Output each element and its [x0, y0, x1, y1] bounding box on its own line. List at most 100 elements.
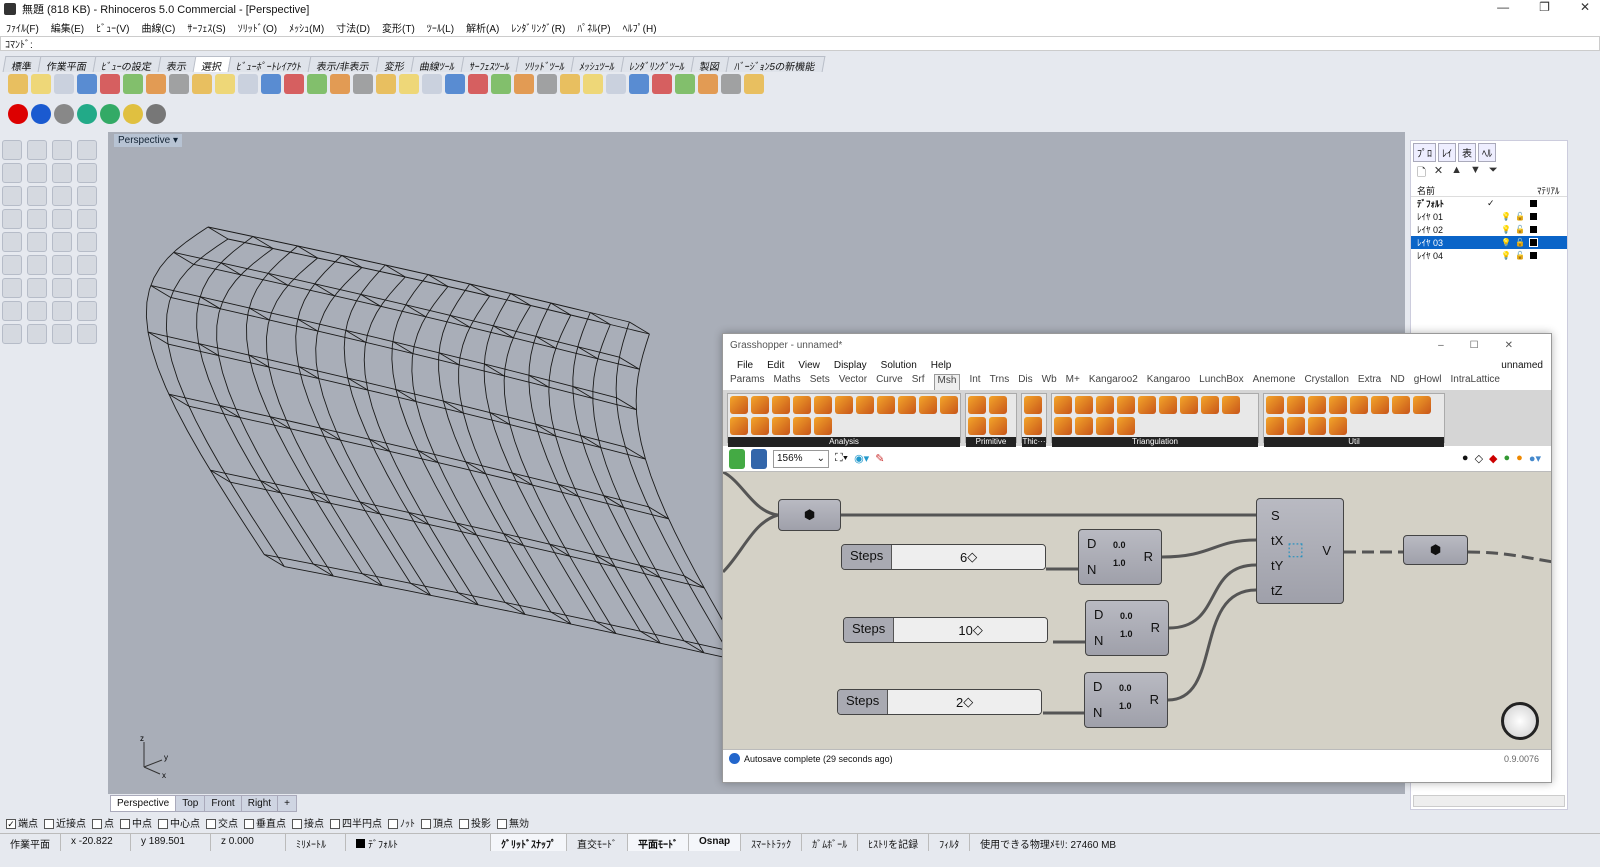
zoom-select[interactable]: 156% ⌄	[773, 449, 829, 468]
delete-layer-icon[interactable]: ✕	[1434, 164, 1443, 180]
add-viewport-button[interactable]: +	[277, 795, 297, 812]
lock-icon[interactable]: 🔓	[1515, 212, 1525, 221]
component-icon[interactable]	[1180, 396, 1198, 414]
layer-row[interactable]: ﾃﾞﾌｫﾙﾄ ✓	[1411, 197, 1567, 210]
component-icon[interactable]	[835, 396, 853, 414]
tool-button-icon[interactable]	[2, 163, 22, 183]
render-tool-icon[interactable]	[123, 104, 143, 124]
component-icon[interactable]	[898, 396, 916, 414]
bulb-icon[interactable]: 💡	[1501, 251, 1515, 260]
component-icon[interactable]	[751, 417, 769, 435]
panel-tab[interactable]: ﾌﾟﾛ	[1413, 143, 1436, 162]
cplane-status[interactable]: 作業平面	[0, 834, 61, 851]
viewport-label[interactable]: Perspective ▾	[114, 134, 183, 147]
tool-button-icon[interactable]	[77, 255, 97, 275]
selected-preview-icon[interactable]: ●	[1504, 452, 1511, 465]
toolbar-button-icon[interactable]	[583, 74, 603, 94]
component-icon[interactable]	[1117, 417, 1135, 435]
toolbar-button-icon[interactable]	[468, 74, 488, 94]
slider-value[interactable]: 6	[960, 550, 967, 565]
menu-item[interactable]: ｿﾘｯﾄﾞ(O)	[238, 20, 277, 35]
component-icon[interactable]	[1329, 417, 1347, 435]
toolbar-button-icon[interactable]	[215, 74, 235, 94]
smarttrack-toggle[interactable]: ｽﾏｰﾄﾄﾗｯｸ	[741, 834, 803, 851]
component-icon[interactable]	[1201, 396, 1219, 414]
layer-row[interactable]: ﾚｲﾔ 03 💡 🔓	[1411, 236, 1567, 249]
toolbar-tab[interactable]: ﾚﾝﾀﾞﾘﾝｸﾞﾂｰﾙ	[620, 56, 695, 73]
sketch-icon[interactable]: ✎	[875, 452, 884, 465]
component-icon[interactable]	[1371, 396, 1389, 414]
toolbar-button-icon[interactable]	[54, 74, 74, 94]
filter-toggle[interactable]: ﾌｨﾙﾀ	[929, 834, 971, 851]
toolbar-tab[interactable]: ｿﾘｯﾄﾞﾂｰﾙ	[515, 56, 575, 73]
checkbox-box[interactable]	[206, 819, 216, 830]
gh-tab[interactable]: Srf	[912, 374, 925, 390]
toolbar-button-icon[interactable]	[307, 74, 327, 94]
render-tool-icon[interactable]	[8, 104, 28, 124]
tab-top[interactable]: Top	[175, 795, 206, 812]
gh-menu-item[interactable]: Display	[834, 360, 867, 371]
gh-tab[interactable]: Msh	[933, 374, 961, 390]
toolbar-button-icon[interactable]	[606, 74, 626, 94]
canvas-widget-icon[interactable]	[1501, 702, 1539, 740]
toolbar-button-icon[interactable]	[353, 74, 373, 94]
tool-button-icon[interactable]	[52, 209, 72, 229]
toolbar-tab[interactable]: ﾊﾞｰｼﾞｮﾝ5の新機能	[725, 56, 825, 73]
toolbar-button-icon[interactable]	[146, 74, 166, 94]
osnap-toggle[interactable]: Osnap	[689, 834, 742, 851]
tool-button-icon[interactable]	[27, 209, 47, 229]
component-icon[interactable]	[772, 396, 790, 414]
toolbar-button-icon[interactable]	[123, 74, 143, 94]
toolbar-button-icon[interactable]	[675, 74, 695, 94]
component-icon[interactable]	[1096, 396, 1114, 414]
component-icon[interactable]	[1222, 396, 1240, 414]
component-icon[interactable]	[1138, 396, 1156, 414]
component-icon[interactable]	[856, 396, 874, 414]
shaded-preview-icon[interactable]: ◆	[1489, 452, 1497, 465]
menu-item[interactable]: 寸法(D)	[336, 20, 370, 35]
gh-tab[interactable]: Anemone	[1253, 374, 1296, 390]
layer-color-swatch[interactable]	[1529, 251, 1538, 260]
bulb-icon[interactable]: 💡	[1501, 238, 1515, 247]
range-node[interactable]: D N R 0.0 1.0	[1084, 672, 1168, 728]
tool-button-icon[interactable]	[2, 140, 22, 160]
osnap-checkbox[interactable]: ✓ 端点	[6, 815, 38, 830]
gh-tab[interactable]: Extra	[1358, 374, 1381, 390]
history-toggle[interactable]: ﾋｽﾄﾘを記録	[858, 834, 930, 851]
layer-color-swatch[interactable]	[1529, 238, 1538, 247]
layer-row[interactable]: ﾚｲﾔ 01 💡 🔓	[1411, 210, 1567, 223]
component-icon[interactable]	[1329, 396, 1347, 414]
menu-item[interactable]: 編集(E)	[51, 20, 84, 35]
slider-grip-icon[interactable]: ◇	[967, 549, 977, 565]
tool-button-icon[interactable]	[77, 278, 97, 298]
osnap-checkbox[interactable]: 近接点	[44, 815, 86, 830]
filter-icon[interactable]: ⏷	[1489, 164, 1498, 180]
tool-button-icon[interactable]	[52, 140, 72, 160]
component-icon[interactable]	[940, 396, 958, 414]
toolbar-button-icon[interactable]	[100, 74, 120, 94]
tool-button-icon[interactable]	[2, 278, 22, 298]
tool-button-icon[interactable]	[27, 232, 47, 252]
osnap-checkbox[interactable]: 投影	[459, 815, 491, 830]
number-slider[interactable]: Steps 6 ◇	[841, 544, 1046, 570]
slider-value[interactable]: 10	[958, 623, 972, 638]
checkbox-box[interactable]	[330, 819, 340, 830]
wireframe-preview-icon[interactable]: ◇	[1475, 452, 1483, 465]
checkbox-box[interactable]	[244, 819, 254, 830]
toolbar-tab[interactable]: 選択	[192, 56, 232, 73]
gh-tab[interactable]: Kangaroo	[1147, 374, 1190, 390]
checkbox-box[interactable]	[459, 819, 469, 830]
checkbox-box[interactable]	[292, 819, 302, 830]
gh-tab[interactable]: Sets	[810, 374, 830, 390]
maximize-button[interactable]: ❐	[1539, 0, 1550, 14]
render-tool-icon[interactable]	[100, 104, 120, 124]
gh-tab[interactable]: Dis	[1018, 374, 1032, 390]
component-icon[interactable]	[772, 417, 790, 435]
planar-toggle[interactable]: 平面ﾓｰﾄﾞ	[628, 834, 689, 851]
tool-button-icon[interactable]	[77, 301, 97, 321]
toolbar-tab[interactable]: 変形	[375, 56, 415, 73]
bulb-icon[interactable]: 💡	[1501, 212, 1515, 221]
range-node[interactable]: D N R 0.0 1.0	[1085, 600, 1169, 656]
toolbar-button-icon[interactable]	[560, 74, 580, 94]
tool-button-icon[interactable]	[77, 140, 97, 160]
